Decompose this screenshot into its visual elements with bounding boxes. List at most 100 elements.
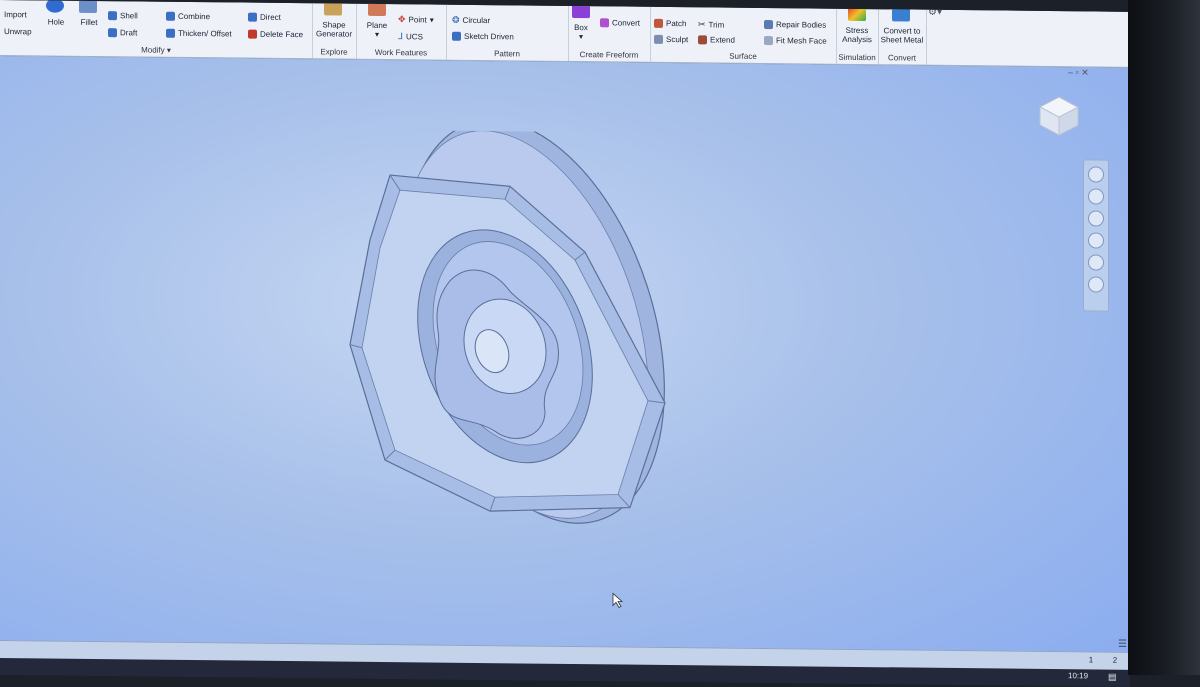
pan-icon[interactable] <box>1088 188 1104 205</box>
thicken-offset-button[interactable]: Thicken/ Offset <box>166 28 232 39</box>
panel-convert: Convert to Sheet Metal Convert <box>878 7 927 65</box>
menu-icon[interactable]: ☰ <box>1118 639 1127 650</box>
convert-freeform-button[interactable]: Convert <box>600 18 640 28</box>
panel-modify: Import Unwrap Hole Fillet Shell Draft Co… <box>0 0 313 59</box>
combine-button[interactable]: Combine <box>166 11 210 21</box>
panel-surface: Patch Sculpt ✂ Trim Extend Repair Bodies… <box>650 6 837 64</box>
thicken-icon <box>166 28 175 38</box>
inventor-window: Import Unwrap Hole Fillet Shell Draft Co… <box>0 0 1130 687</box>
sketch-driven-pattern-button[interactable]: Sketch Driven <box>452 31 514 41</box>
patch-label: Patch <box>666 18 687 29</box>
circular-pattern-icon: ❂ <box>452 14 460 25</box>
patch-button[interactable]: Patch <box>654 18 687 29</box>
stress-analysis-icon <box>848 6 866 22</box>
panel-pattern-label: Pattern <box>494 49 520 59</box>
unwrap-button[interactable]: Unwrap <box>4 27 32 36</box>
trim-button[interactable]: ✂ Trim <box>698 19 724 30</box>
trim-icon: ✂ <box>698 19 706 30</box>
circular-label: Circular <box>462 15 491 26</box>
zoom-icon[interactable] <box>1088 210 1104 227</box>
panel-create-freeform: Box ▾ Convert Create Freeform <box>568 3 651 62</box>
shell-button[interactable]: Shell <box>108 11 138 20</box>
nav-options-icon[interactable] <box>1088 276 1104 293</box>
taskbar-clock[interactable]: 10:19 <box>1068 671 1088 680</box>
extend-label: Extend <box>710 35 735 45</box>
extend-button[interactable]: Extend <box>698 35 735 45</box>
ribbon-options-icon[interactable]: ⚙▾ <box>928 7 942 18</box>
sculpt-label: Sculpt <box>666 34 689 45</box>
box-freeform-button[interactable]: Box ▾ <box>568 23 594 41</box>
panel-convert-label: Convert <box>887 53 916 63</box>
hole-icon <box>46 0 64 13</box>
monitor-bezel <box>1128 0 1200 675</box>
ucs-icon: ⅃ <box>398 31 404 42</box>
direct-label: Direct <box>260 12 281 22</box>
delete-face-label: Delete Face <box>260 29 304 40</box>
panel-explore-label: Explore <box>320 47 348 57</box>
stress-analysis-label: Stress Analysis <box>842 25 872 45</box>
fit-mesh-face-button[interactable]: Fit Mesh Face <box>764 36 827 46</box>
unwrap-label: Unwrap <box>4 27 32 37</box>
document-tab-1[interactable]: 1 <box>1084 655 1098 664</box>
graphics-viewport[interactable]: ‒ ▫ ✕ <box>0 56 1130 668</box>
fillet-button[interactable]: Fillet <box>76 18 102 27</box>
extend-icon <box>698 35 707 45</box>
plane-icon <box>368 1 386 17</box>
box-freeform-icon <box>572 3 590 19</box>
sheet-metal-icon <box>892 7 910 22</box>
navigation-bar <box>1083 159 1109 312</box>
repair-bodies-icon <box>764 20 773 30</box>
shape-generator-button[interactable]: Shape Generator <box>312 20 356 38</box>
fit-mesh-face-label: Fit Mesh Face <box>776 36 827 46</box>
point-icon: ✥ <box>398 14 406 25</box>
panel-simulation: Stress Analysis Simulation <box>836 6 879 65</box>
panel-modify-label[interactable]: Modify ▾ <box>0 44 312 56</box>
panel-work-features: Plane ▾ ✥ Point ▾ ⅃ UCS Work Features <box>356 1 447 60</box>
repair-bodies-button[interactable]: Repair Bodies <box>764 20 826 30</box>
draft-button[interactable]: Draft <box>108 28 137 37</box>
viewcube-icon[interactable] <box>1038 95 1080 137</box>
sculpt-button[interactable]: Sculpt <box>654 34 689 45</box>
direct-button[interactable]: Direct <box>248 12 281 22</box>
circular-pattern-button[interactable]: ❂ Circular <box>452 15 490 26</box>
convert-sheet-metal-label: Convert to Sheet Metal <box>880 26 924 45</box>
plane-label: Plane <box>366 20 388 31</box>
fit-mesh-face-icon <box>764 36 773 46</box>
sculpt-icon <box>654 34 663 44</box>
convert-freeform-icon <box>600 18 609 28</box>
draft-label: Draft <box>120 28 138 38</box>
look-at-icon[interactable] <box>1088 254 1104 271</box>
delete-face-button[interactable]: Delete Face <box>248 29 304 40</box>
panel-pattern: ❂ Circular Sketch Driven Pattern <box>446 4 569 61</box>
import-label: Import <box>4 10 27 20</box>
stress-analysis-button[interactable]: Stress Analysis <box>836 26 878 44</box>
shape-generator-label: Shape Generator <box>315 20 353 39</box>
notifications-icon[interactable]: ▤ <box>1108 672 1117 683</box>
patch-icon <box>654 18 663 28</box>
plane-button[interactable]: Plane ▾ <box>362 21 392 39</box>
full-nav-wheel-icon[interactable] <box>1088 166 1104 183</box>
draft-icon <box>108 28 117 38</box>
viewport-window-controls[interactable]: ‒ ▫ ✕ <box>1068 67 1089 78</box>
point-button[interactable]: ✥ Point ▾ <box>398 14 434 25</box>
trim-label: Trim <box>708 20 725 30</box>
3d-model-part[interactable] <box>330 129 710 553</box>
box-label: Box <box>574 23 588 33</box>
import-button[interactable]: Import <box>4 10 27 19</box>
delete-face-icon <box>248 29 257 39</box>
hole-label: Hole <box>47 17 65 27</box>
document-tab-2[interactable]: 2 <box>1108 656 1122 665</box>
convert-sheet-metal-button[interactable]: Convert to Sheet Metal <box>878 26 926 45</box>
thicken-label: Thicken/ Offset <box>178 28 232 39</box>
hole-button[interactable]: Hole <box>44 17 68 27</box>
panel-explore: Shape Generator Explore <box>312 1 357 59</box>
combine-icon <box>166 11 175 21</box>
panel-work-features-label: Work Features <box>374 47 428 58</box>
orbit-icon[interactable] <box>1088 232 1104 249</box>
direct-icon <box>248 12 257 22</box>
shell-label: Shell <box>120 11 138 21</box>
panel-create-freeform-label: Create Freeform <box>579 50 639 60</box>
ucs-button[interactable]: ⅃ UCS <box>398 31 423 42</box>
point-label: Point <box>408 15 427 25</box>
fillet-icon <box>79 0 97 14</box>
